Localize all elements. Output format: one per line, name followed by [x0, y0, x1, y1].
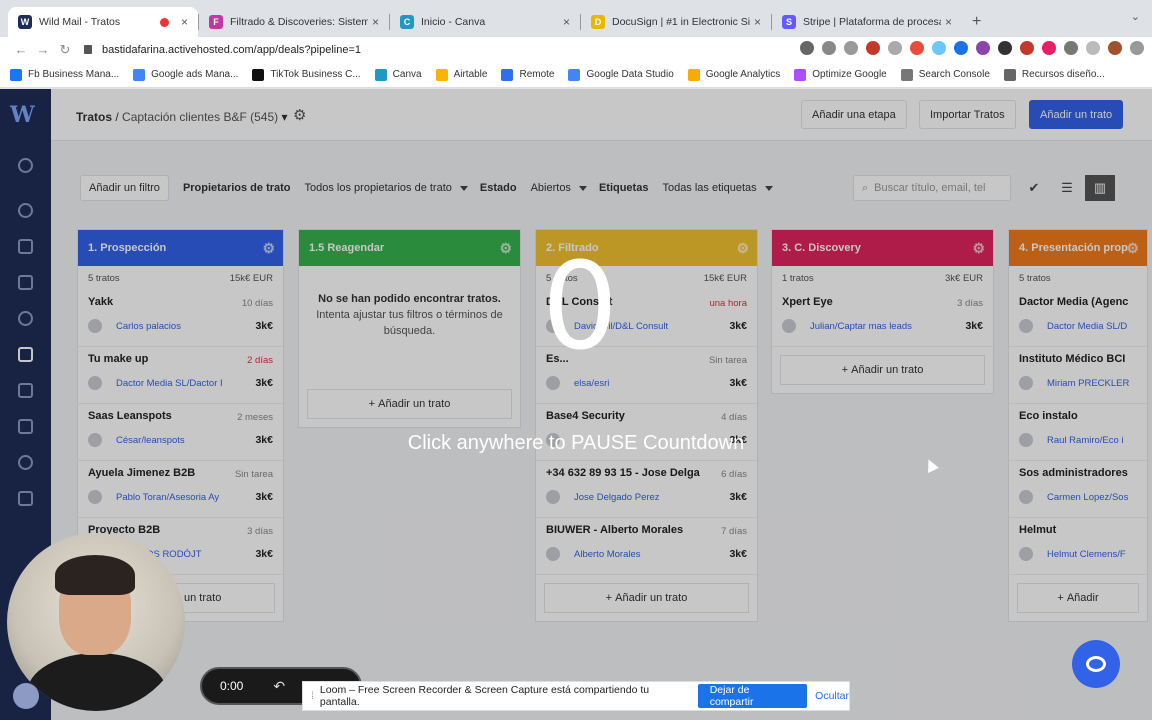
- countdown-number: 0: [541, 238, 619, 377]
- undo-icon[interactable]: ↶: [273, 678, 285, 695]
- profile-avatar[interactable]: [1108, 41, 1122, 55]
- bookmark-favicon-icon: [252, 68, 265, 81]
- bookmark-label: Airtable: [453, 69, 488, 80]
- extensions-toolbar: [800, 41, 1144, 55]
- webcam-person: [27, 653, 167, 711]
- webcam-bubble[interactable]: [7, 533, 185, 711]
- sidebar-icon[interactable]: [1086, 41, 1100, 55]
- tab-title: DocuSign | #1 in Electronic Sig: [612, 16, 750, 28]
- screen-share-notice: ⁞ Loom – Free Screen Recorder & Screen C…: [302, 681, 850, 711]
- bookmark-item[interactable]: Google Analytics: [687, 68, 781, 81]
- url-text: bastidafarina.activehosted.com/app/deals…: [102, 43, 361, 56]
- tab-title: Stripe | Plataforma de procesa: [803, 16, 941, 28]
- tab-favicon-icon: D: [591, 15, 605, 29]
- bookmark-item[interactable]: Search Console: [900, 68, 990, 81]
- close-tab-icon[interactable]: ×: [563, 15, 570, 29]
- bookmark-label: Google ads Mana...: [151, 69, 239, 80]
- extension-icon[interactable]: [1042, 41, 1056, 55]
- tab-favicon-icon: F: [209, 15, 223, 29]
- bookmark-item[interactable]: Optimize Google: [794, 68, 887, 81]
- tab-title: Filtrado & Discoveries: Sistema: [230, 16, 368, 28]
- chat-icon: [1086, 656, 1106, 672]
- extension-icon[interactable]: [976, 41, 990, 55]
- share-icon[interactable]: [822, 41, 836, 55]
- share-message: Loom – Free Screen Recorder & Screen Cap…: [319, 684, 650, 708]
- chat-widget-button[interactable]: [1072, 640, 1120, 688]
- close-tab-icon[interactable]: ×: [945, 15, 952, 29]
- bookmark-item[interactable]: TikTok Business C...: [252, 68, 361, 81]
- bookmark-item[interactable]: Google Data Studio: [568, 68, 674, 81]
- url-field[interactable]: bastidafarina.activehosted.com/app/deals…: [84, 44, 361, 56]
- camera-icon[interactable]: [800, 41, 814, 55]
- lock-icon: [84, 45, 92, 54]
- browser-tab[interactable]: D DocuSign | #1 in Electronic Sig ×: [581, 7, 771, 37]
- adblock-icon[interactable]: [910, 41, 924, 55]
- bookmarks-bar: Fb Business Mana... Google ads Mana... Tik…: [0, 62, 1152, 88]
- extension-icon[interactable]: [888, 41, 902, 55]
- close-tab-icon[interactable]: ×: [754, 15, 761, 29]
- tab-favicon-icon: W: [18, 15, 32, 29]
- hide-button[interactable]: Ocultar: [815, 690, 849, 702]
- bookmark-favicon-icon: [435, 68, 448, 81]
- bookmark-favicon-icon: [374, 68, 387, 81]
- bookmark-label: Google Analytics: [705, 69, 781, 80]
- recording-timer: 0:00: [220, 679, 244, 693]
- browser-tab-bar: W Wild Mail - Tratos × F Filtrado & Discover…: [0, 0, 1152, 37]
- bookmark-item[interactable]: Recursos diseño...: [1003, 68, 1105, 81]
- bookmark-favicon-icon: [900, 68, 913, 81]
- browser-tab[interactable]: S Stripe | Plataforma de procesa ×: [772, 7, 962, 37]
- bookmark-label: TikTok Business C...: [270, 69, 361, 80]
- bookmark-label: Optimize Google: [812, 69, 887, 80]
- bookmark-label: Fb Business Mana...: [28, 69, 120, 80]
- bookmark-item[interactable]: Google ads Mana...: [133, 68, 239, 81]
- extension-icon[interactable]: [932, 41, 946, 55]
- bookmark-favicon-icon: [794, 68, 807, 81]
- close-tab-icon[interactable]: ×: [372, 15, 379, 29]
- reload-icon[interactable]: ↻: [54, 42, 76, 58]
- bookmark-favicon-icon: [133, 68, 146, 81]
- bookmark-label: Canva: [392, 69, 422, 80]
- browser-tab[interactable]: C Inicio - Canva ×: [390, 7, 580, 37]
- bookmark-favicon-icon: [1003, 68, 1016, 81]
- bookmark-favicon-icon: [568, 68, 581, 81]
- tab-favicon-icon: S: [782, 15, 796, 29]
- new-tab-icon[interactable]: +: [972, 13, 981, 31]
- extension-icon[interactable]: [1020, 41, 1034, 55]
- bookmark-item[interactable]: Remote: [501, 68, 555, 81]
- extension-icon[interactable]: [866, 41, 880, 55]
- bookmark-item[interactable]: Airtable: [435, 68, 488, 81]
- browser-tab[interactable]: W Wild Mail - Tratos ×: [8, 7, 198, 37]
- user-avatar[interactable]: [13, 683, 39, 709]
- bookmark-favicon-icon: [687, 68, 700, 81]
- pause-countdown-message[interactable]: Click anywhere to PAUSE Countdown: [300, 432, 852, 455]
- bookmark-favicon-icon: [10, 68, 22, 81]
- tab-search-icon[interactable]: ⌄: [1131, 10, 1140, 23]
- more-icon[interactable]: [1130, 41, 1144, 55]
- tab-favicon-icon: C: [400, 15, 414, 29]
- forward-icon[interactable]: →: [32, 42, 54, 57]
- tab-title: Inicio - Canva: [421, 16, 486, 28]
- webcam-hair: [55, 555, 135, 595]
- stop-sharing-button[interactable]: Dejar de compartir: [697, 684, 808, 708]
- bookmark-label: Remote: [519, 69, 555, 80]
- bookmark-item[interactable]: Fb Business Mana...: [10, 68, 120, 81]
- bookmark-label: Recursos diseño...: [1021, 69, 1105, 80]
- drag-handle-icon[interactable]: ⁞: [311, 690, 314, 702]
- back-icon[interactable]: ←: [10, 42, 32, 57]
- extension-icon[interactable]: [998, 41, 1012, 55]
- browser-tab[interactable]: F Filtrado & Discoveries: Sistema ×: [199, 7, 389, 37]
- recording-indicator-icon: [159, 17, 169, 27]
- tab-title: Wild Mail - Tratos: [39, 16, 121, 28]
- bookmark-label: Search Console: [918, 69, 990, 80]
- bookmark-label: Google Data Studio: [586, 69, 674, 80]
- close-tab-icon[interactable]: ×: [181, 15, 188, 29]
- bookmark-favicon-icon: [501, 68, 514, 81]
- bookmark-item[interactable]: Canva: [374, 68, 422, 81]
- extension-icon[interactable]: [954, 41, 968, 55]
- star-icon[interactable]: [844, 41, 858, 55]
- puzzle-icon[interactable]: [1064, 41, 1078, 55]
